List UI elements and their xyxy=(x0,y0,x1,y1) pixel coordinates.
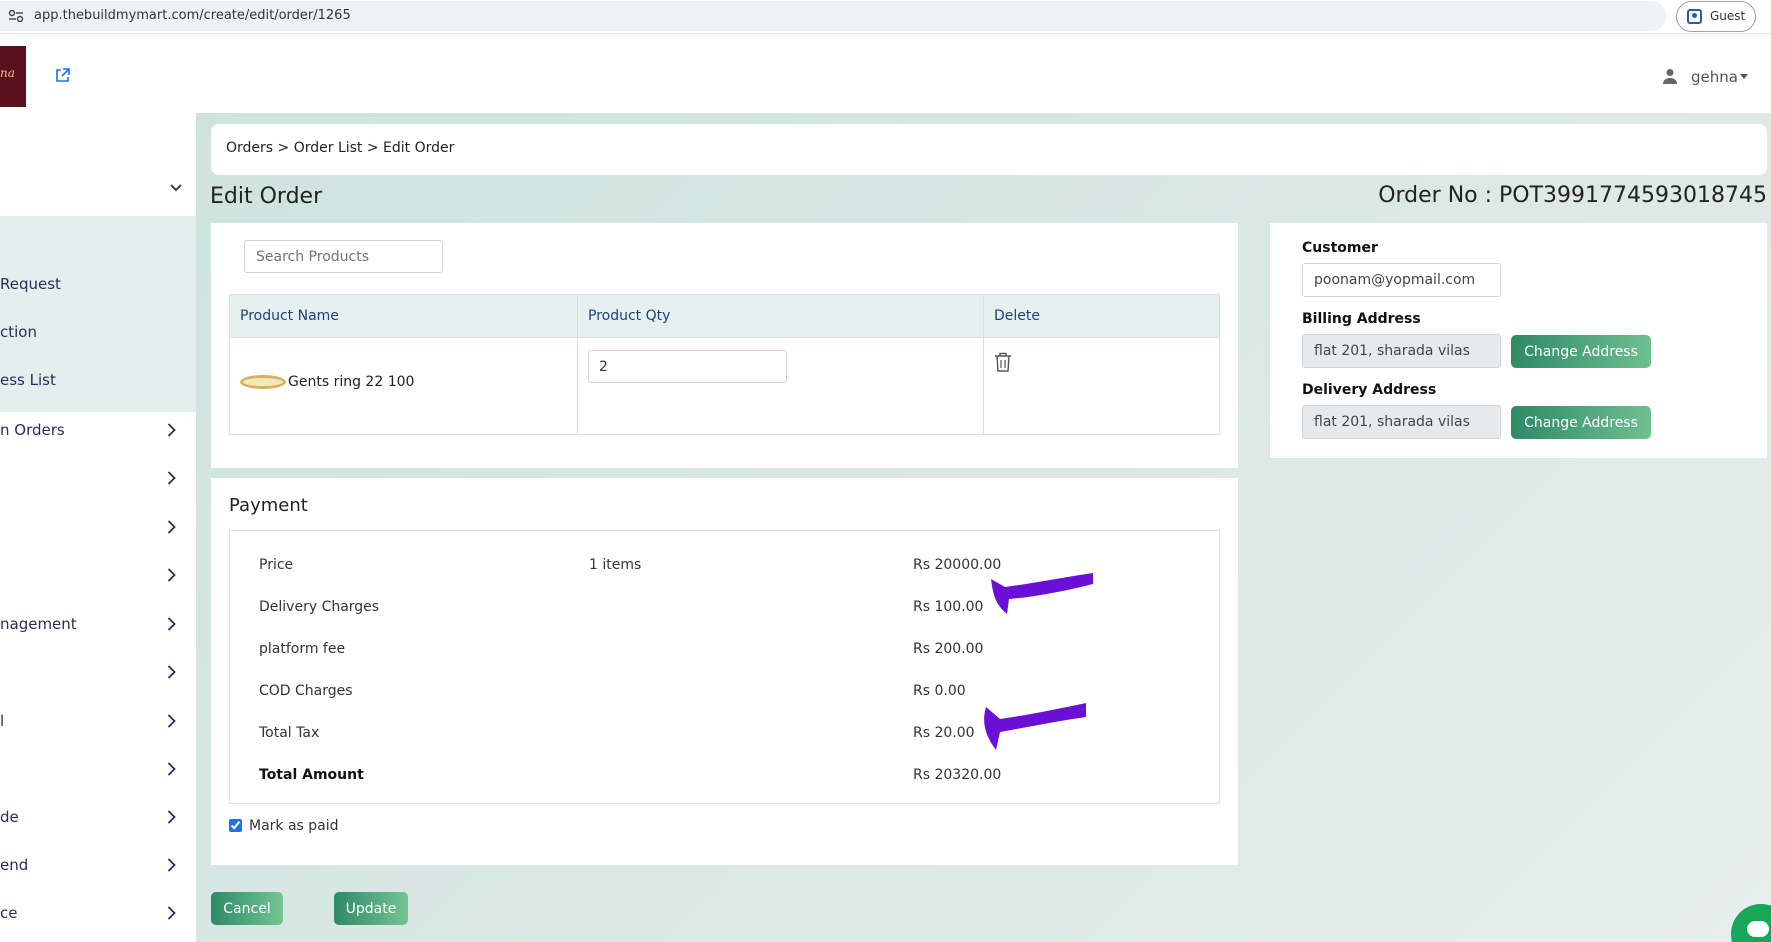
site-settings-icon[interactable] xyxy=(8,9,24,23)
breadcrumb[interactable]: Orders > Order List > Edit Order xyxy=(226,140,454,156)
mark-as-paid-label[interactable]: Mark as paid xyxy=(249,818,339,834)
delete-cell xyxy=(983,337,1220,435)
customer-label: Customer xyxy=(1302,240,1378,256)
delivery-address-field[interactable] xyxy=(1302,405,1501,439)
customer-field[interactable] xyxy=(1302,263,1501,297)
order-number: Order No : POT3991774593018745 xyxy=(1378,183,1767,208)
payment-amount: Rs 100.00 xyxy=(913,599,984,615)
item-count: 1 items xyxy=(589,557,642,573)
sidebar-item[interactable]: de xyxy=(0,808,19,826)
chevron-right-icon[interactable] xyxy=(167,520,176,534)
chevron-right-icon[interactable] xyxy=(167,665,176,679)
update-button[interactable]: Update xyxy=(334,892,408,925)
payment-label: Total Amount xyxy=(259,767,364,783)
address-bar[interactable]: app.thebuildmymart.com/create/edit/order… xyxy=(0,1,1666,31)
payment-row-platform-fee: platform fee Rs 200.00 xyxy=(230,641,1219,661)
billing-address-field[interactable] xyxy=(1302,334,1501,368)
url-text[interactable]: app.thebuildmymart.com/create/edit/order… xyxy=(34,8,351,23)
trash-icon[interactable] xyxy=(994,352,1012,372)
sidebar-item[interactable]: ess List xyxy=(0,371,56,389)
payment-card: Payment Price 1 items Rs 20000.00 Delive… xyxy=(211,478,1238,865)
payment-label: Total Tax xyxy=(259,725,320,741)
payment-amount: Rs 200.00 xyxy=(913,641,984,657)
column-header: Product Qty xyxy=(577,294,984,338)
chevron-right-icon[interactable] xyxy=(167,906,176,920)
profile-button[interactable]: Guest xyxy=(1676,1,1756,32)
user-menu[interactable]: gehna xyxy=(1691,68,1738,86)
chevron-right-icon[interactable] xyxy=(167,617,176,631)
chevron-down-icon[interactable] xyxy=(170,184,182,192)
chevron-right-icon[interactable] xyxy=(167,762,176,776)
customer-card: Customer Billing Address Change Address … xyxy=(1270,223,1767,458)
sidebar-item[interactable]: end xyxy=(0,856,28,874)
cancel-button[interactable]: Cancel xyxy=(211,892,283,925)
payment-label: COD Charges xyxy=(259,683,353,699)
payment-title: Payment xyxy=(229,495,308,516)
column-header: Product Name xyxy=(229,294,578,338)
chevron-right-icon[interactable] xyxy=(167,810,176,824)
profile-icon xyxy=(1687,9,1702,24)
search-products-input[interactable] xyxy=(244,240,443,273)
sidebar-item[interactable]: n Orders xyxy=(0,421,65,439)
product-name: Gents ring 22 100 xyxy=(288,374,415,390)
payment-amount: Rs 20320.00 xyxy=(913,767,1002,783)
payment-label: platform fee xyxy=(259,641,346,657)
product-thumbnail xyxy=(240,375,286,389)
sidebar-item[interactable]: Request xyxy=(0,275,61,293)
chevron-right-icon[interactable] xyxy=(167,568,176,582)
payment-label: Price xyxy=(259,557,294,573)
products-table: Product Name Product Qty Delete Gents ri… xyxy=(229,294,1220,435)
billing-address-label: Billing Address xyxy=(1302,311,1421,327)
table-row: Gents ring 22 100 xyxy=(229,337,1220,435)
annotation-arrow xyxy=(991,573,1093,614)
annotation-arrow xyxy=(984,703,1086,750)
payment-amount: Rs 0.00 xyxy=(913,683,966,699)
sidebar-item[interactable]: l xyxy=(0,712,4,730)
mark-as-paid-checkbox[interactable] xyxy=(229,819,242,832)
payment-label: Delivery Charges xyxy=(259,599,380,615)
caret-down-icon[interactable] xyxy=(1740,74,1748,79)
app-header: na gehna xyxy=(0,35,1771,113)
sidebar-item[interactable]: ce xyxy=(0,904,17,922)
chevron-right-icon[interactable] xyxy=(167,714,176,728)
chevron-right-icon[interactable] xyxy=(167,423,176,437)
page-title: Edit Order xyxy=(210,184,323,209)
column-header: Delete xyxy=(983,294,1220,338)
sidebar: Request ction ess List n Orders nagement l de e… xyxy=(0,113,196,942)
chevron-right-icon[interactable] xyxy=(167,471,176,485)
sidebar-item[interactable]: ction xyxy=(0,323,37,341)
profile-label: Guest xyxy=(1710,9,1746,23)
sidebar-item[interactable]: nagement xyxy=(0,615,77,633)
external-link-icon[interactable] xyxy=(55,68,70,83)
brand-logo[interactable]: na xyxy=(0,46,26,107)
chevron-right-icon[interactable] xyxy=(167,858,176,872)
product-qty-cell xyxy=(577,337,984,435)
user-icon[interactable] xyxy=(1662,68,1678,84)
browser-toolbar: app.thebuildmymart.com/create/edit/order… xyxy=(0,0,1771,34)
payment-row-total: Total Amount Rs 20320.00 xyxy=(230,767,1219,787)
payment-amount: Rs 20.00 xyxy=(913,725,975,741)
change-billing-address-button[interactable]: Change Address xyxy=(1511,335,1651,368)
delivery-address-label: Delivery Address xyxy=(1302,382,1437,398)
brand-logo-text: na xyxy=(0,66,15,80)
breadcrumb-card: Orders > Order List > Edit Order xyxy=(211,124,1767,175)
change-delivery-address-button[interactable]: Change Address xyxy=(1511,406,1651,439)
products-card: Product Name Product Qty Delete Gents ri… xyxy=(211,223,1238,468)
product-name-cell: Gents ring 22 100 xyxy=(229,337,578,435)
product-qty-input[interactable] xyxy=(588,350,787,383)
